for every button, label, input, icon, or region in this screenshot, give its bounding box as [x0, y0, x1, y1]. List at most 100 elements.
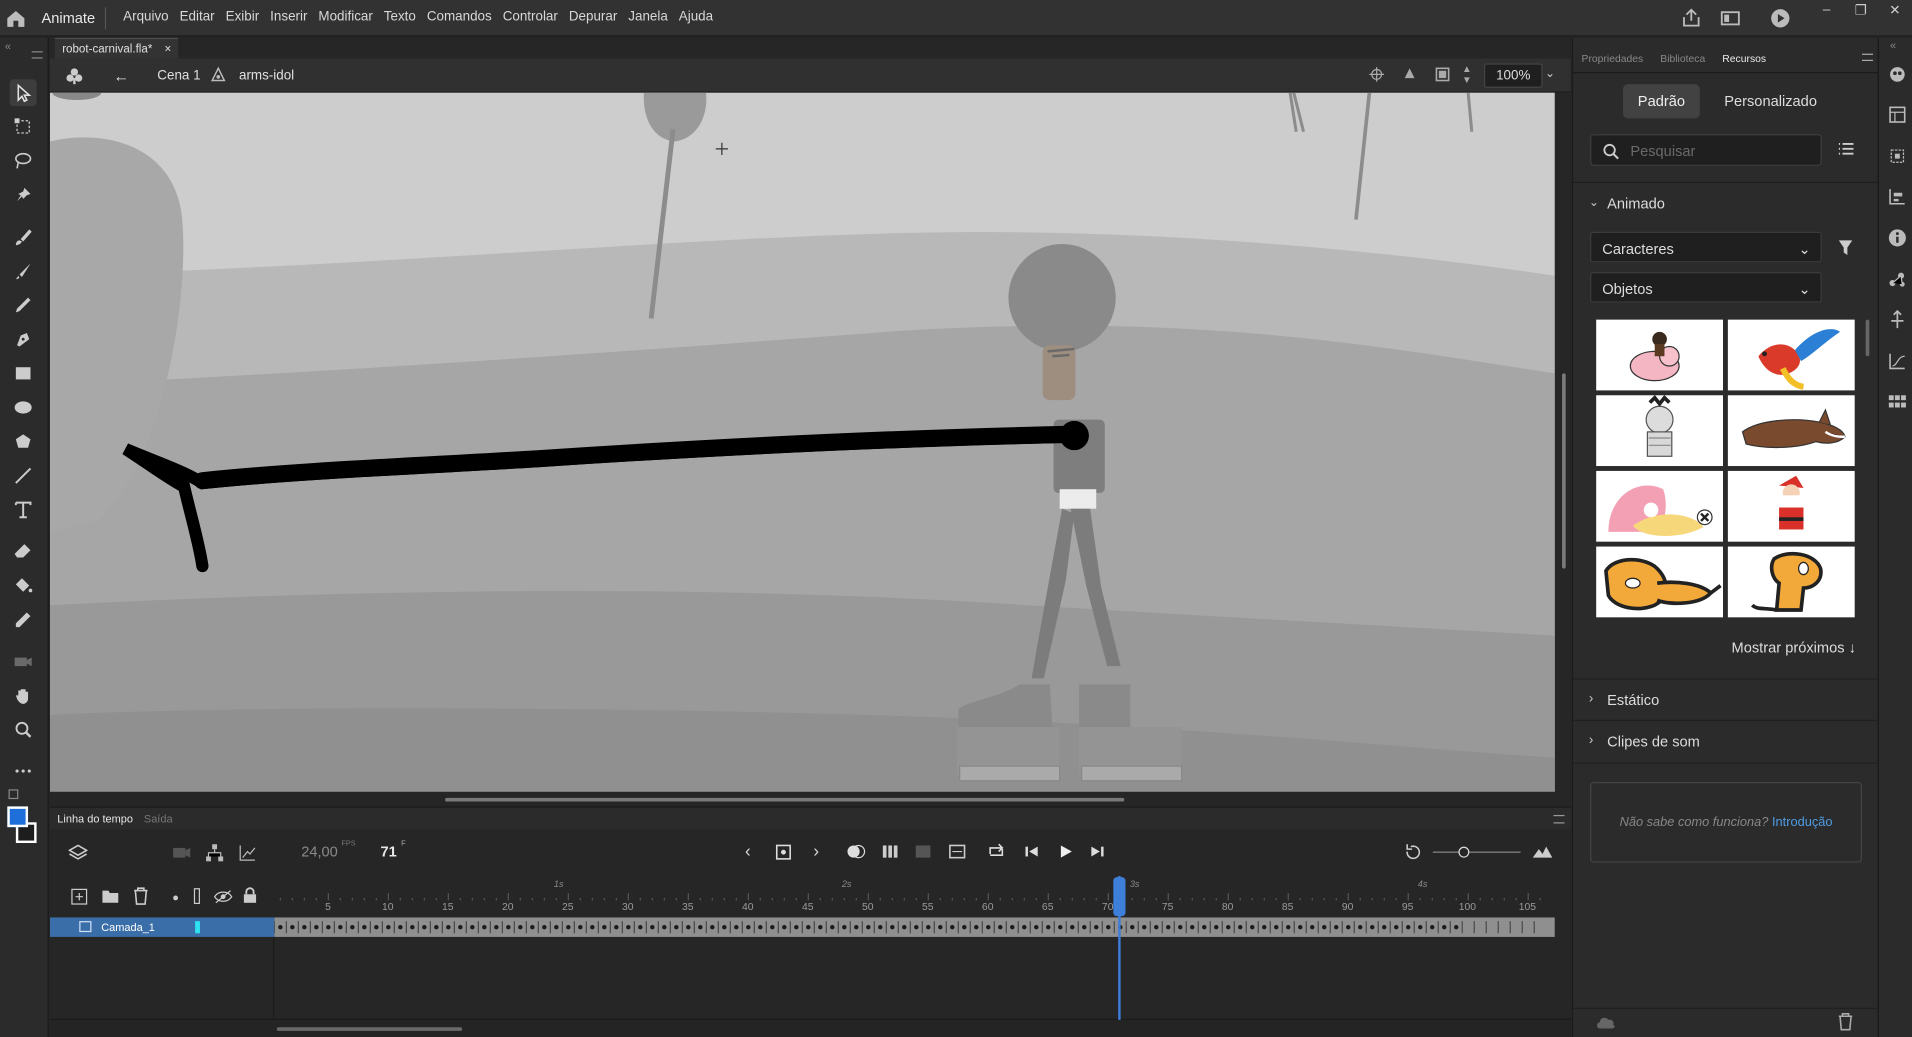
keyframe-dot[interactable]	[1370, 925, 1375, 930]
keyframe-dot[interactable]	[578, 925, 583, 930]
layer-color-marker[interactable]	[195, 921, 200, 934]
segment-default-button[interactable]: Padrão	[1623, 84, 1700, 119]
keyframe-dot[interactable]	[518, 925, 523, 930]
text-tool-icon[interactable]	[10, 497, 37, 524]
collapse-tools-icon[interactable]: «	[5, 40, 11, 52]
layer-row[interactable]: Camada_1	[49, 917, 275, 937]
fill-color-swatch[interactable]	[7, 806, 29, 828]
section-sound-clips[interactable]: › Clipes de som	[1573, 719, 1878, 761]
keyframe-dot[interactable]	[1226, 925, 1231, 930]
keyframe-dot[interactable]	[422, 925, 427, 930]
zoom-tool-icon[interactable]	[10, 716, 37, 743]
keyframe-dot[interactable]	[1406, 925, 1411, 930]
keyframe-dot[interactable]	[1142, 925, 1147, 930]
keyframe-dot[interactable]	[878, 925, 883, 930]
rotate-stage-icon[interactable]	[1401, 66, 1418, 83]
keyframe-dot[interactable]	[1442, 925, 1447, 930]
keyframe-dot[interactable]	[734, 925, 739, 930]
keyframe-dot[interactable]	[386, 925, 391, 930]
create-tween-icon[interactable]	[949, 844, 966, 859]
section-animated[interactable]: Animado	[1607, 195, 1665, 212]
assets-search-input[interactable]: Pesquisar	[1590, 134, 1822, 166]
hand-tool-icon[interactable]	[10, 682, 37, 709]
keyframe-dot[interactable]	[362, 925, 367, 930]
section-static[interactable]: › Estático	[1573, 678, 1878, 719]
step-forward-icon[interactable]	[1089, 843, 1106, 860]
delete-asset-icon[interactable]	[1838, 1013, 1854, 1031]
thumbs-scrollbar[interactable]	[1865, 319, 1870, 357]
keyframe-dot[interactable]	[830, 925, 835, 930]
eraser-tool-icon[interactable]	[10, 538, 37, 565]
keyframe-dot[interactable]	[1178, 925, 1183, 930]
keyframe-dot[interactable]	[374, 925, 379, 930]
asset-thumb-dog-lying[interactable]	[1596, 546, 1723, 618]
show-more-link[interactable]: Mostrar próximos ↓	[1732, 639, 1856, 656]
keyframe-dot[interactable]	[314, 925, 319, 930]
keyframe-dot[interactable]	[566, 925, 571, 930]
keyframe-dot[interactable]	[1094, 925, 1099, 930]
list-view-icon[interactable]	[1838, 140, 1855, 157]
tab-properties[interactable]: Propriedades	[1582, 52, 1644, 64]
paint-bucket-tool-icon[interactable]	[10, 572, 37, 599]
free-transform-tool-icon[interactable]	[10, 113, 37, 140]
line-tool-icon[interactable]	[10, 462, 37, 489]
timeline-zoom-thumb[interactable]	[1458, 846, 1470, 858]
keyframe-dot[interactable]	[902, 925, 907, 930]
keyframe-dot[interactable]	[1046, 925, 1051, 930]
keyframe-dot[interactable]	[614, 925, 619, 930]
keyframe-dot[interactable]	[1154, 925, 1159, 930]
keyframe-dot[interactable]	[326, 925, 331, 930]
asset-thumb-wolf[interactable]	[1727, 395, 1855, 467]
eyedropper-tool-icon[interactable]	[10, 606, 37, 633]
menu-controlar[interactable]: Controlar	[503, 10, 558, 25]
keyframe-dot[interactable]	[1382, 925, 1387, 930]
keyframe-dot[interactable]	[1274, 925, 1279, 930]
keyframe-dot[interactable]	[1310, 925, 1315, 930]
camera-tool-icon[interactable]	[10, 648, 37, 675]
keyframe-dot[interactable]	[914, 925, 919, 930]
timeline-scrollbar[interactable]	[276, 1027, 463, 1031]
workspace-icon[interactable]	[1719, 7, 1741, 29]
layers-icon[interactable]	[68, 843, 88, 863]
keyframe-dot[interactable]	[698, 925, 703, 930]
menu-janela[interactable]: Janela	[628, 10, 668, 25]
step-back-icon[interactable]	[1023, 843, 1040, 860]
keyframe-dot[interactable]	[506, 925, 511, 930]
keyframe-dot[interactable]	[1070, 925, 1075, 930]
zoom-dropdown-icon[interactable]: ⌄	[1545, 67, 1555, 80]
frame-track[interactable]	[274, 917, 1555, 937]
keyframe-dot[interactable]	[554, 925, 559, 930]
asset-thumb-mummy[interactable]	[1596, 395, 1723, 467]
intro-link[interactable]: Introdução	[1772, 815, 1833, 830]
library-panel-icon[interactable]	[1888, 105, 1908, 125]
polystar-tool-icon[interactable]	[10, 428, 37, 455]
keyframe-dot[interactable]	[1202, 925, 1207, 930]
fit-timeline-icon[interactable]	[1532, 843, 1554, 860]
keyframe-dot[interactable]	[1418, 925, 1423, 930]
keyframe-dot[interactable]	[950, 925, 955, 930]
keyframe-dot[interactable]	[278, 925, 283, 930]
menu-comandos[interactable]: Comandos	[427, 10, 492, 25]
tab-library[interactable]: Biblioteca	[1660, 52, 1705, 64]
default-colors-icon[interactable]	[8, 789, 19, 800]
oval-tool-icon[interactable]	[10, 394, 37, 421]
category-dropdown[interactable]: Caracteres ⌄	[1590, 231, 1822, 263]
prev-keyframe-icon[interactable]: ‹	[745, 841, 751, 861]
keyframe-dot[interactable]	[758, 925, 763, 930]
segment-custom-button[interactable]: Personalizado	[1724, 93, 1817, 110]
keyframe-dot[interactable]	[806, 925, 811, 930]
share-icon[interactable]	[1680, 7, 1702, 29]
center-frame-icon[interactable]	[1404, 843, 1424, 860]
align-panel-icon[interactable]	[1888, 146, 1908, 166]
keyframe-dot[interactable]	[1322, 925, 1327, 930]
keyframe-dot[interactable]	[530, 925, 535, 930]
keyframe-dot[interactable]	[890, 925, 895, 930]
next-keyframe-icon[interactable]: ›	[813, 841, 819, 861]
asset-thumb-parrot[interactable]	[1727, 319, 1855, 391]
keyframe-dot[interactable]	[1346, 925, 1351, 930]
test-movie-icon[interactable]	[1769, 7, 1791, 29]
keyframe-dot[interactable]	[434, 925, 439, 930]
current-frame-value[interactable]: 71	[380, 843, 396, 860]
graph-editor-icon[interactable]	[238, 843, 258, 863]
subcategory-dropdown[interactable]: Objetos ⌄	[1590, 272, 1822, 303]
